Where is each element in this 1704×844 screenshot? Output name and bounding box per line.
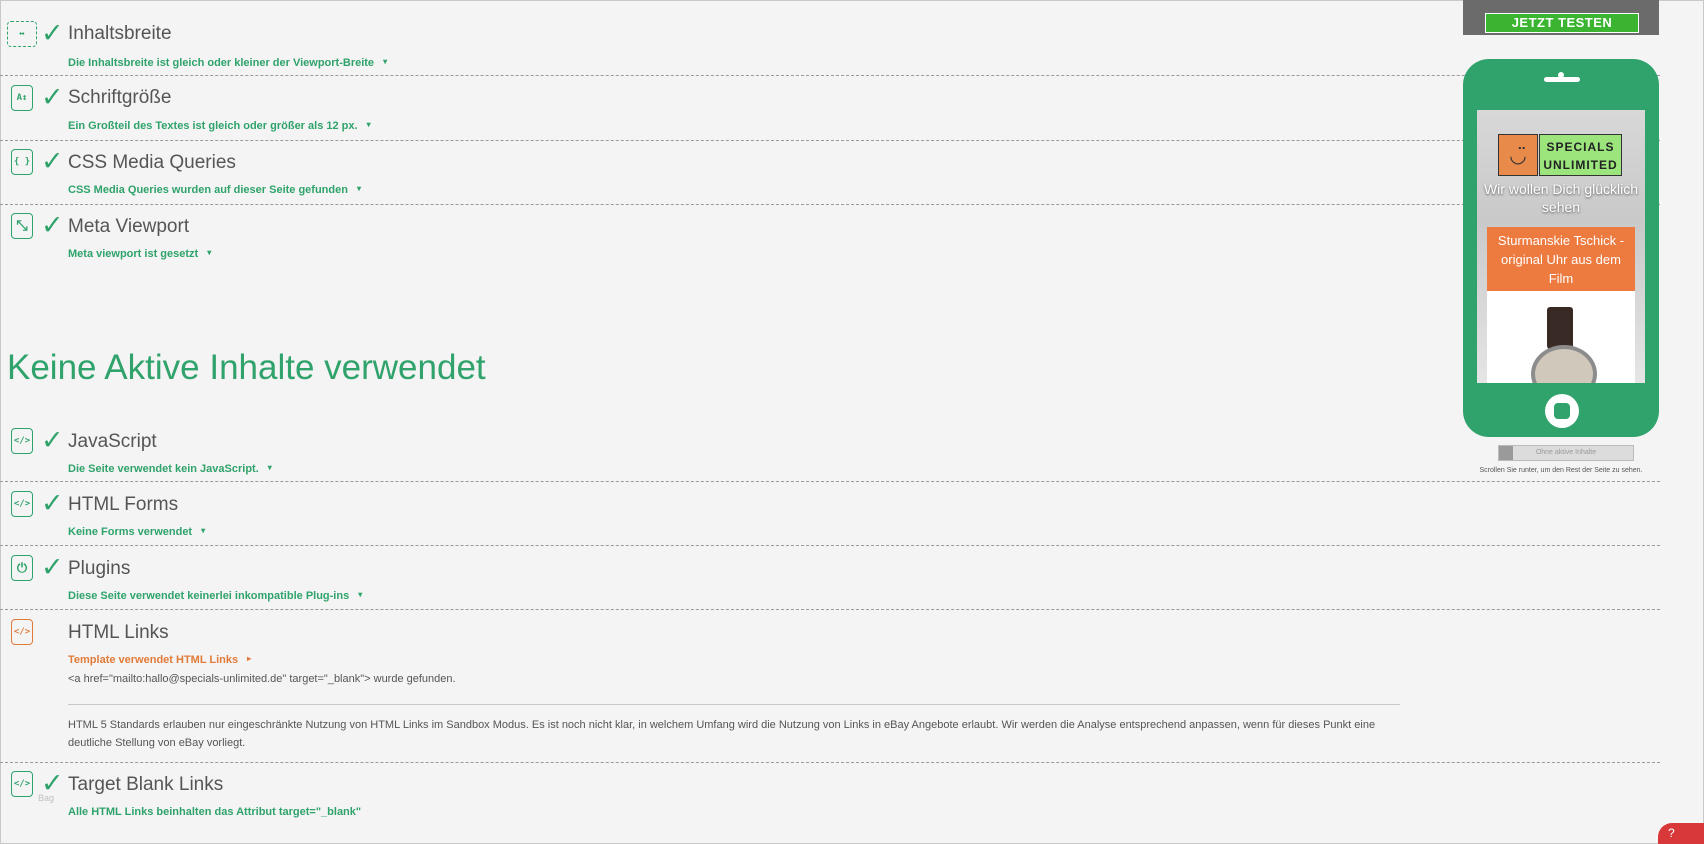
row-result: CSS Media Queries wurden auf dieser Seit… <box>68 184 348 196</box>
row-result: Keine Forms verwendet <box>68 526 193 538</box>
watch-face <box>1531 345 1597 383</box>
row-title: JavaScript <box>68 431 157 452</box>
caret-down-icon: ▾ <box>356 184 361 194</box>
section-heading: Keine Aktive Inhalte verwendet <box>7 348 486 387</box>
row-title: Inhaltsbreite <box>68 23 172 44</box>
row-title: Schriftgröße <box>68 87 172 108</box>
code-tag-icon: </> <box>11 491 33 517</box>
toggle-label: Ohne aktive Inhalte <box>1535 449 1597 456</box>
code-tag-icon: </> <box>11 619 33 645</box>
row-result: Diese Seite verwendet keinerlei inkompat… <box>68 590 350 602</box>
caret-right-icon: ▸ <box>247 654 252 664</box>
check-row-schriftgroesse: A↕ ✓ Schriftgröße Ein Großteil des Texte… <box>0 75 1660 141</box>
row-result: Meta viewport ist gesetzt <box>68 248 199 260</box>
check-icon: ✓ <box>41 425 64 456</box>
caret-down-icon: ▾ <box>383 57 388 67</box>
caret-down-icon: ▾ <box>358 590 363 600</box>
caret-down-icon: ▾ <box>366 120 371 130</box>
code-tag-icon: </> <box>11 428 33 454</box>
row-title: Meta Viewport <box>68 216 190 237</box>
check-row-css-media-queries: { } ✓ CSS Media Queries CSS Media Querie… <box>0 140 1660 205</box>
phone-screen[interactable]: ◡̈ SPECIALS UNLIMITED Wir wollen Dich gl… <box>1477 110 1645 383</box>
check-icon: ✓ <box>41 146 64 177</box>
row-result-toggle[interactable]: Keine Forms verwendet ▾ <box>68 525 205 539</box>
specials-unlimited-logo: ◡̈ SPECIALS UNLIMITED <box>1498 134 1622 176</box>
row-title: Target Blank Links <box>68 774 224 795</box>
caret-down-icon: ▾ <box>207 248 212 258</box>
divider <box>68 704 1400 705</box>
row-result: Template verwendet HTML Links <box>68 654 239 666</box>
logo-text: SPECIALS UNLIMITED <box>1539 134 1622 176</box>
mobile-preview-phone: ◡̈ SPECIALS UNLIMITED Wir wollen Dich gl… <box>1463 59 1659 437</box>
caret-down-icon: ▾ <box>267 463 272 473</box>
home-button-icon <box>1554 403 1570 419</box>
toggle-knob[interactable] <box>1499 446 1513 460</box>
check-icon: ✓ <box>41 488 64 519</box>
phone-home-button <box>1545 394 1579 428</box>
row-result: Ein Großteil des Textes ist gleich oder … <box>68 120 358 132</box>
help-icon: ? <box>1668 826 1675 840</box>
row-title: Plugins <box>68 558 131 579</box>
row-result-toggle[interactable]: Ein Großteil des Textes ist gleich oder … <box>68 119 371 133</box>
plug-icon: ⏻ <box>11 555 33 581</box>
row-result: Die Inhaltsbreite ist gleich oder kleine… <box>68 57 375 69</box>
jetzt-testen-button[interactable]: JETZT TESTEN <box>1485 13 1639 33</box>
font-size-icon: A↕ <box>11 85 33 111</box>
check-row-inhaltsbreite: ↔ ✓ Inhaltsbreite Die Inhaltsbreite ist … <box>0 0 1660 76</box>
smiley-icon: ◡̈ <box>1498 134 1538 176</box>
scroll-hint: Scrollen Sie runter, um den Rest der Sei… <box>1479 467 1643 474</box>
check-row-plugins: ⏻ ✓ Plugins Diese Seite verwendet keiner… <box>0 545 1660 610</box>
check-icon: ✓ <box>41 18 64 49</box>
check-icon: ✓ <box>41 210 64 241</box>
row-result-toggle[interactable]: Meta viewport ist gesetzt ▾ <box>68 247 211 261</box>
meta-viewport-icon: ⤡ <box>11 213 33 239</box>
row-title: CSS Media Queries <box>68 152 236 173</box>
row-result: Alle HTML Links beinhalten das Attribut … <box>68 806 362 818</box>
tagline: Wir wollen Dich glücklich sehen <box>1483 181 1639 215</box>
check-icon: ✓ <box>41 82 64 113</box>
watch-strap <box>1547 307 1573 349</box>
row-result: Die Seite verwendet kein JavaScript. <box>68 463 259 475</box>
row-result-toggle[interactable]: Die Seite verwendet kein JavaScript. ▾ <box>68 462 272 476</box>
check-row-target-blank: </> ✓ Target Blank Links Alle HTML Links… <box>0 762 1660 826</box>
bag-label: Bag <box>38 793 55 803</box>
row-result-toggle[interactable]: Die Inhaltsbreite ist gleich oder kleine… <box>68 56 387 70</box>
product-image <box>1487 291 1635 383</box>
row-title: HTML Links <box>68 622 169 643</box>
phone-speaker <box>1544 77 1580 82</box>
check-row-javascript: </> ✓ JavaScript Die Seite verwendet kei… <box>0 417 1660 482</box>
active-content-toggle[interactable]: Ohne aktive Inhalte <box>1498 445 1634 461</box>
row-result-toggle[interactable]: Template verwendet HTML Links ▸ <box>68 653 251 667</box>
logo-line-2: UNLIMITED <box>1543 158 1618 172</box>
row-title: HTML Forms <box>68 494 179 515</box>
row-result-toggle[interactable]: CSS Media Queries wurden auf dieser Seit… <box>68 183 361 197</box>
caret-down-icon: ▾ <box>201 526 206 536</box>
viewport-width-icon: ↔ <box>7 21 37 47</box>
product-title: Sturmanskie Tschick - original Uhr aus d… <box>1487 227 1635 291</box>
check-icon: ✓ <box>41 552 64 583</box>
check-row-meta-viewport: ⤡ ✓ Meta Viewport Meta viewport ist gese… <box>0 204 1660 268</box>
ad-banner: JETZT TESTEN <box>1463 0 1659 35</box>
css-braces-icon: { } <box>11 149 33 175</box>
check-row-html-forms: </> ✓ HTML Forms Keine Forms verwendet ▾ <box>0 481 1660 546</box>
html-links-note: HTML 5 Standards erlauben nur eingeschrä… <box>68 719 1376 749</box>
code-tag-icon: </> <box>11 771 33 797</box>
help-button[interactable]: ? <box>1658 823 1704 844</box>
found-code-text: <a href="mailto:hallo@specials-unlimited… <box>68 673 456 685</box>
logo-line-1: SPECIALS <box>1546 140 1615 154</box>
row-result-toggle[interactable]: Diese Seite verwendet keinerlei inkompat… <box>68 589 362 603</box>
